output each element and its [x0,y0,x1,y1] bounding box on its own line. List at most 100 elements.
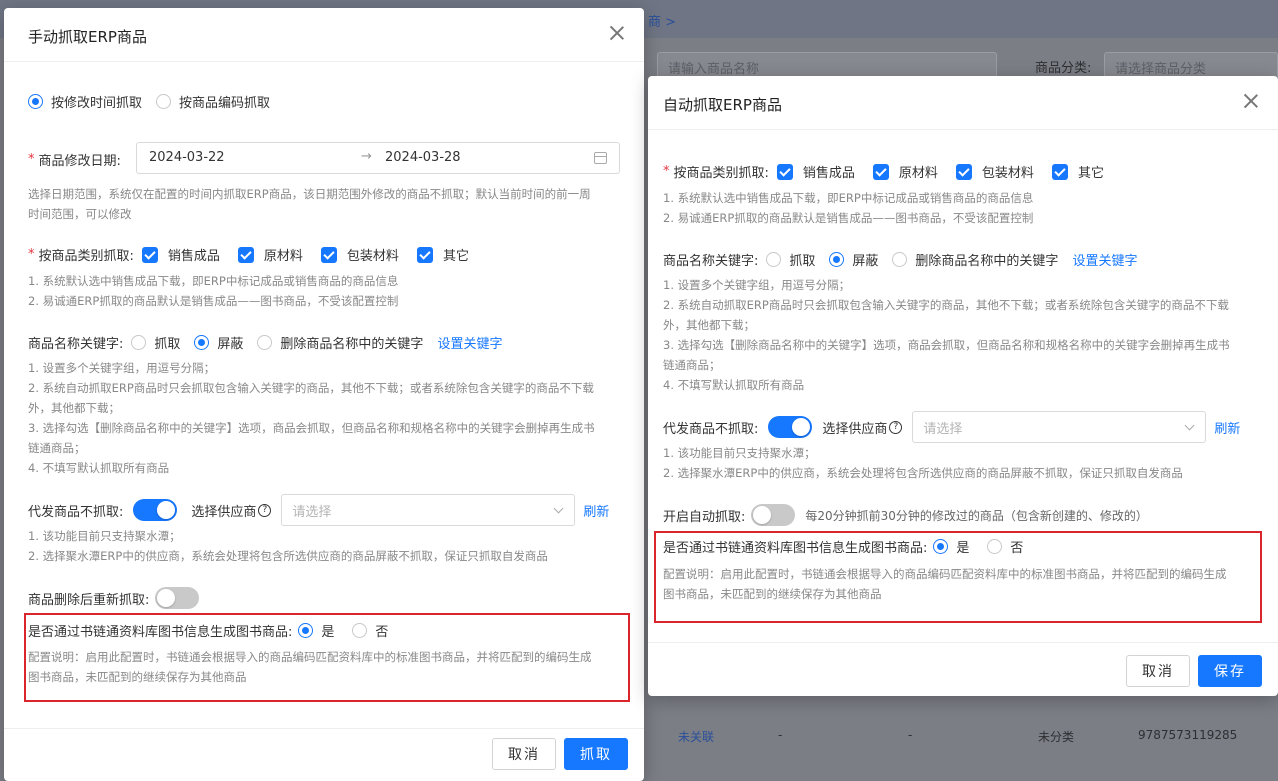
supplier-label: 选择供应商 [191,504,257,520]
radio-dot-icon [28,94,43,109]
dialog-title: 自动抓取ERP商品 [663,96,782,114]
radio-by-product-code[interactable]: 按商品编码抓取 [156,92,270,111]
date-end[interactable]: 2024-03-28 [385,150,461,165]
refresh-link[interactable]: 刷新 [1214,418,1240,437]
check-icon [237,246,254,263]
book-hint: 配置说明：启用此配置时，书链通会根据导入的商品编码匹配资料库中的标准图书商品，并… [663,567,1227,601]
book-row: 是否通过书链通资料库图书信息生成图书商品: 是 否 [28,621,402,640]
checkbox-other[interactable]: 其它 [1051,162,1104,181]
category-label: 按商品类别抓取: [38,249,134,264]
check-icon [776,163,793,180]
radio-keyword-remove[interactable]: 删除商品名称中的关键字 [892,250,1058,269]
auto-fetch-toggle[interactable] [751,504,796,526]
category-filter-label: 商品分类: [1035,61,1092,76]
keyword-hint: 1. 设置多个关键字组，用逗号分隔； 2. 系统自动抓取ERP商品时只会抓取包含… [663,278,1230,392]
refetch-row: 商品删除后重新抓取: [28,586,200,610]
radio-keyword-fetch[interactable]: 抓取 [131,333,180,352]
unlinked-link[interactable]: 未关联 [678,728,714,745]
fetch-button[interactable]: 抓取 [564,738,628,770]
category-hint: 1. 系统默认选中销售成品下载，即ERP中标记成品或销售商品的商品信息 2. 易… [663,191,1034,225]
chevron-down-icon [553,503,564,514]
keyword-label: 商品名称关键字: [28,337,124,352]
radio-keyword-remove[interactable]: 删除商品名称中的关键字 [257,333,423,352]
dialog-footer: 取消 抓取 [4,728,644,780]
check-icon [872,163,889,180]
date-label: 商品修改日期: [38,154,121,169]
dropship-row: 代发商品不抓取: 选择供应商 ? 请选择 刷新 [28,494,609,526]
required-mark: * [28,152,35,167]
radio-keyword-block[interactable]: 屏蔽 [829,250,878,269]
category-row: * 按商品类别抓取: 销售成品 原材料 包装材料 其它 [663,162,1122,181]
category-label: 按商品类别抓取: [673,166,769,181]
radio-keyword-block[interactable]: 屏蔽 [194,333,243,352]
book-label: 是否通过书链通资料库图书信息生成图书商品: [663,541,928,556]
close-icon[interactable] [1242,92,1260,110]
checkbox-finished-goods[interactable]: 销售成品 [776,162,855,181]
cancel-button[interactable]: 取消 [492,738,556,770]
fetch-mode-group: 按修改时间抓取 按商品编码抓取 [28,92,284,111]
date-hint: 选择日期范围，系统仅在配置的时间内抓取ERP商品，该日期范围外修改的商品不抓取；… [28,187,591,221]
keyword-row: 商品名称关键字: 抓取 屏蔽 删除商品名称中的关键字 设置关键字 [663,250,1137,269]
question-icon[interactable]: ? [258,503,272,517]
radio-dot-icon [829,252,845,267]
chevron-down-icon [1184,420,1195,431]
calendar-icon[interactable] [594,152,607,164]
radio-dot-icon [298,623,314,638]
check-icon [141,246,158,263]
radio-dot-icon [156,94,172,109]
dropship-hint: 1. 该功能目前只支持聚水潭； 2. 选择聚水潭ERP中的供应商，系统会处理将包… [663,446,1183,480]
category-row: * 按商品类别抓取: 销售成品 原材料 包装材料 其它 [28,245,487,264]
keyword-label: 商品名称关键字: [663,254,759,269]
dropship-toggle[interactable] [133,499,178,521]
dialog-footer: 取消 保存 [648,642,1278,694]
set-keyword-link[interactable]: 设置关键字 [437,333,502,352]
date-range-picker[interactable]: 2024-03-22 → 2024-03-28 [136,142,620,174]
question-icon[interactable]: ? [889,420,903,434]
radio-dot-icon [933,539,949,554]
radio-book-yes[interactable]: 是 [933,537,969,556]
radio-dot-icon [892,252,908,267]
date-start[interactable]: 2024-03-22 [149,150,225,165]
radio-dot-icon [131,335,147,350]
radio-dot-icon [352,623,368,638]
checkbox-raw-materials[interactable]: 原材料 [872,162,938,181]
dialog-title: 手动抓取ERP商品 [28,28,147,46]
radio-book-yes[interactable]: 是 [298,621,334,640]
close-icon[interactable] [608,24,626,42]
table-cell: - [778,728,783,742]
radio-dot-icon [194,335,210,350]
date-row-label: * 商品修改日期: [28,150,121,169]
table-cell: - [908,728,913,742]
checkbox-other[interactable]: 其它 [416,245,469,264]
radio-book-no[interactable]: 否 [987,537,1023,556]
cancel-button[interactable]: 取消 [1126,655,1190,687]
refresh-link[interactable]: 刷新 [583,501,609,520]
checkbox-packaging[interactable]: 包装材料 [320,245,399,264]
breadcrumb[interactable]: 商 > [648,11,676,30]
radio-keyword-fetch[interactable]: 抓取 [766,250,815,269]
required-mark: * [663,164,670,179]
dropship-row: 代发商品不抓取: 选择供应商 ? 请选择 刷新 [663,411,1240,443]
save-button[interactable]: 保存 [1198,655,1262,687]
supplier-select[interactable]: 请选择 [281,494,576,526]
radio-book-no[interactable]: 否 [352,621,388,640]
supplier-select[interactable]: 请选择 [912,411,1207,443]
arrow-right-icon: → [361,149,372,164]
dialog-header: 自动抓取ERP商品 [648,76,1278,130]
checkbox-raw-materials[interactable]: 原材料 [237,245,303,264]
category-hint: 1. 系统默认选中销售成品下载，即ERP中标记成品或销售商品的商品信息 2. 易… [28,274,399,308]
refetch-toggle[interactable] [155,587,200,609]
table-cell-category: 未分类 [1038,730,1075,744]
radio-by-modify-time[interactable]: 按修改时间抓取 [28,92,142,111]
radio-dot-icon [257,335,273,350]
required-mark: * [28,247,35,262]
refetch-label: 商品删除后重新抓取: [28,592,150,608]
set-keyword-link[interactable]: 设置关键字 [1072,250,1137,269]
auto-fetch-dialog: 自动抓取ERP商品 * 按商品类别抓取: 销售成品 原材料 包装材料 其它 1.… [648,76,1278,696]
dropship-toggle[interactable] [768,416,813,438]
auto-fetch-desc: 每20分钟抓前30分钟的修改过的商品（包含新创建的、修改的） [805,508,1148,523]
checkbox-finished-goods[interactable]: 销售成品 [141,245,220,264]
checkbox-packaging[interactable]: 包装材料 [955,162,1034,181]
auto-fetch-label: 开启自动抓取: [663,509,746,525]
check-icon [416,246,433,263]
